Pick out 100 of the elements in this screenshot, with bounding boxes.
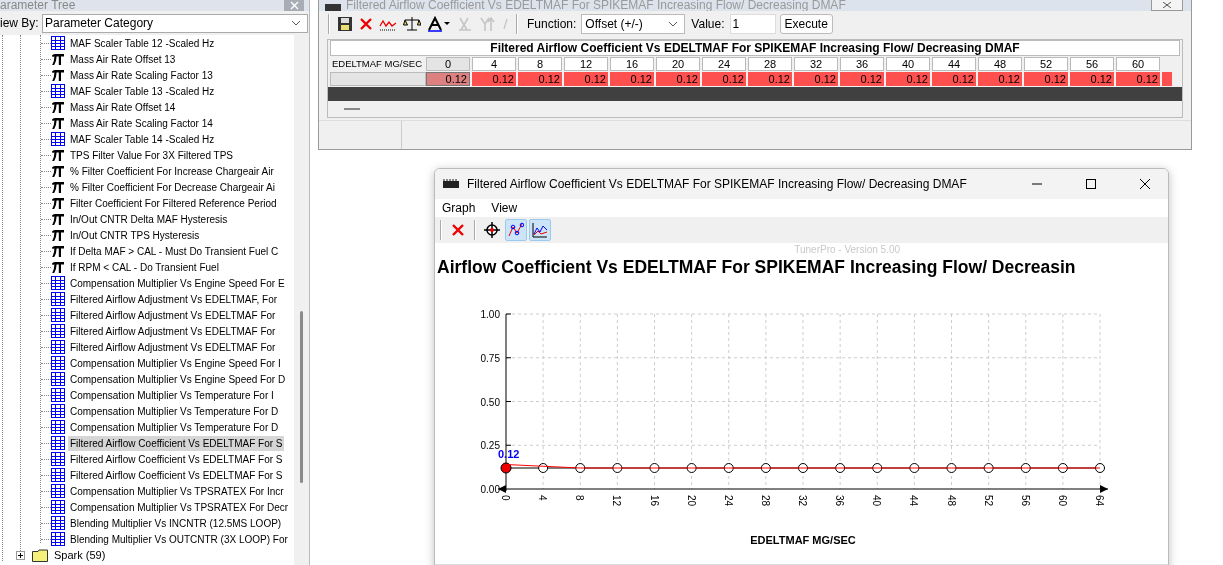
tree-item[interactable]: Compensation Multiplier Vs Temperature For I xyxy=(68,387,276,403)
data-point[interactable] xyxy=(983,463,994,473)
table-cell[interactable]: 0.12 xyxy=(702,72,746,86)
data-point[interactable] xyxy=(760,463,771,473)
data-point[interactable] xyxy=(909,463,920,473)
tree-item[interactable]: Blending Multiplier Vs OUTCNTR (3X LOOP) For xyxy=(68,531,290,547)
execute-button[interactable]: Execute xyxy=(779,14,833,34)
tree-item[interactable]: Compensation Multiplier Vs Engine Speed For D xyxy=(68,371,288,387)
tree-item[interactable]: Mass Air Rate Scaling Factor 13 xyxy=(68,67,215,83)
data-point[interactable] xyxy=(798,463,808,473)
data-point[interactable] xyxy=(872,463,883,473)
tree-item[interactable]: Mass Air Rate Scaling Factor 14 xyxy=(68,115,215,131)
data-point[interactable] xyxy=(1057,463,1068,473)
data-point[interactable] xyxy=(649,463,660,473)
table-icon xyxy=(51,484,65,498)
table-cell[interactable]: 0.12 xyxy=(932,72,976,86)
table-icon xyxy=(51,292,65,306)
data-point[interactable] xyxy=(1095,463,1105,473)
tree-item[interactable]: Compensation Multiplier Vs Engine Speed For I xyxy=(68,355,283,371)
data-point[interactable] xyxy=(946,463,957,473)
data-point[interactable] xyxy=(686,463,697,473)
data-point[interactable] xyxy=(500,462,512,474)
view-by-dropdown[interactable]: Parameter Category xyxy=(42,13,308,33)
data-point[interactable] xyxy=(575,463,586,473)
data-point[interactable] xyxy=(1020,463,1031,473)
tree-item[interactable]: In/Out CNTR TPS Hysteresis xyxy=(68,227,202,243)
value-field[interactable]: 1 xyxy=(729,14,776,34)
table-cell[interactable]: 0.12 xyxy=(472,72,516,86)
table-cell[interactable]: 0.12 xyxy=(840,72,884,86)
table-icon xyxy=(51,500,65,514)
x-axis-title: EDELTMAF MG/SEC xyxy=(750,534,856,546)
table-cell[interactable]: 0.12 xyxy=(656,72,700,86)
crosshair-icon[interactable] xyxy=(481,219,503,241)
table-cell[interactable]: 0.12 xyxy=(1070,72,1114,86)
close-icon xyxy=(1140,179,1150,189)
tree-item[interactable]: MAF Scaler Table 14 -Scaled Hz xyxy=(68,131,217,147)
chart-title: Airflow Coefficient Vs EDELTMAF For SPIKEMAF Increasing Flow/ Decreasin xyxy=(436,256,1077,278)
table-cell[interactable]: 0.12 xyxy=(518,72,562,86)
tree-item[interactable]: Filtered Airflow Coefficient Vs EDELTMAF For S xyxy=(68,451,285,467)
tree-item[interactable]: If RPM < CAL - Do Transient Fuel xyxy=(68,259,221,275)
tree-item[interactable]: Compensation Multiplier Vs Temperature For D xyxy=(68,419,281,435)
y-tick-label: 0.25 xyxy=(480,440,500,452)
table-cell[interactable] xyxy=(1162,72,1172,86)
table-cell[interactable]: 0.12 xyxy=(748,72,792,86)
tree-item[interactable]: Compensation Multiplier Vs Engine Speed For E xyxy=(68,275,287,291)
tree-item[interactable]: MAF Scaler Table 13 -Scaled Hz xyxy=(68,83,217,99)
tree-item[interactable]: Compensation Multiplier Vs TPSRATEX For Decr xyxy=(68,499,291,515)
tree-item[interactable]: Filtered Airflow Adjustment Vs EDELTMAF For xyxy=(68,323,278,339)
lines-icon[interactable] xyxy=(529,219,551,241)
tree-item[interactable]: Filter Coefficient For Filtered Reference Period xyxy=(68,195,279,211)
tree-item[interactable]: Blending Multiplier Vs INCNTR (12.5MS LOOP) xyxy=(68,515,284,531)
folder-icon xyxy=(32,548,48,562)
table-icon xyxy=(51,340,65,354)
table-cell[interactable]: 0.12 xyxy=(1024,72,1068,86)
table-cell[interactable]: 0.12 xyxy=(426,72,470,86)
tree-item[interactable]: Filtered Airflow Adjustment Vs EDELTMAF, For xyxy=(68,291,280,307)
x-tick-label: 8 xyxy=(574,495,586,501)
table-icon xyxy=(51,36,65,50)
menu-item[interactable]: Graph xyxy=(442,201,476,215)
data-point[interactable] xyxy=(835,463,846,473)
scrollbar[interactable] xyxy=(294,35,309,565)
tree-item[interactable]: Filtered Airflow Coefficient Vs EDELTMAF For S xyxy=(68,467,285,483)
table-icon xyxy=(51,356,65,370)
tree-item[interactable]: Mass Air Rate Offset 13 xyxy=(68,51,178,67)
table-cell[interactable]: 0.12 xyxy=(794,72,838,86)
tree-item[interactable]: Mass Air Rate Offset 14 xyxy=(68,99,178,115)
tree-item[interactable]: In/Out CNTR Delta MAF Hysteresis xyxy=(68,211,230,227)
table-cell[interactable]: 0.12 xyxy=(564,72,608,86)
data-point[interactable] xyxy=(723,463,734,473)
data-point[interactable] xyxy=(612,463,623,473)
expand-toggle[interactable] xyxy=(16,550,25,560)
table-cell[interactable]: 0.12 xyxy=(610,72,654,86)
tree-item[interactable]: If Delta MAF > CAL - Must Do Transient Fuel C xyxy=(68,243,281,259)
tree-item[interactable]: Compensation Multiplier Vs Temperature For D xyxy=(68,403,281,419)
tree-item[interactable]: Filtered Airflow Adjustment Vs EDELTMAF For xyxy=(68,307,278,323)
function-dropdown[interactable]: Offset (+/-) xyxy=(581,14,686,34)
x-tick-label: 28 xyxy=(759,495,771,507)
points-icon[interactable] xyxy=(505,219,527,241)
table-cell[interactable]: 0.12 xyxy=(978,72,1022,86)
table-icon xyxy=(51,132,65,146)
table-icon xyxy=(51,452,65,466)
tree-item[interactable]: % Filter Coefficient For Decrease Chargeair Ai xyxy=(68,179,277,195)
column-header: 4 xyxy=(472,57,516,71)
window-title: Filtered Airflow Coefficient Vs EDELTMAF For SPIKEMAF Increasing Flow/ Decreasing DMAF xyxy=(467,177,968,191)
data-point[interactable] xyxy=(538,463,549,473)
close-button[interactable] xyxy=(1151,0,1183,11)
tree-folder[interactable]: Spark (59) xyxy=(54,549,106,561)
table-icon xyxy=(51,436,65,450)
tree-item[interactable]: % Filter Coefficient For Increase Chargeair Air xyxy=(68,163,276,179)
table-icon xyxy=(51,324,65,338)
tree-item[interactable]: MAF Scaler Table 12 -Scaled Hz xyxy=(68,35,217,51)
column-header: 40 xyxy=(886,57,930,71)
tree-item[interactable]: Filtered Airflow Adjustment Vs EDELTMAF For xyxy=(68,339,278,355)
table-cell[interactable]: 0.12 xyxy=(1116,72,1160,86)
table-icon xyxy=(51,388,65,402)
tree-item[interactable]: Filtered Airflow Coefficient Vs EDELTMAF For S xyxy=(68,435,285,451)
table-cell[interactable]: 0.12 xyxy=(886,72,930,86)
tree-item[interactable]: Compensation Multiplier Vs TPSRATEX For Incr xyxy=(68,483,286,499)
tree-item[interactable]: TPS Filter Value For 3X Filtered TPS xyxy=(68,147,236,163)
menu-item[interactable]: View xyxy=(491,201,518,215)
